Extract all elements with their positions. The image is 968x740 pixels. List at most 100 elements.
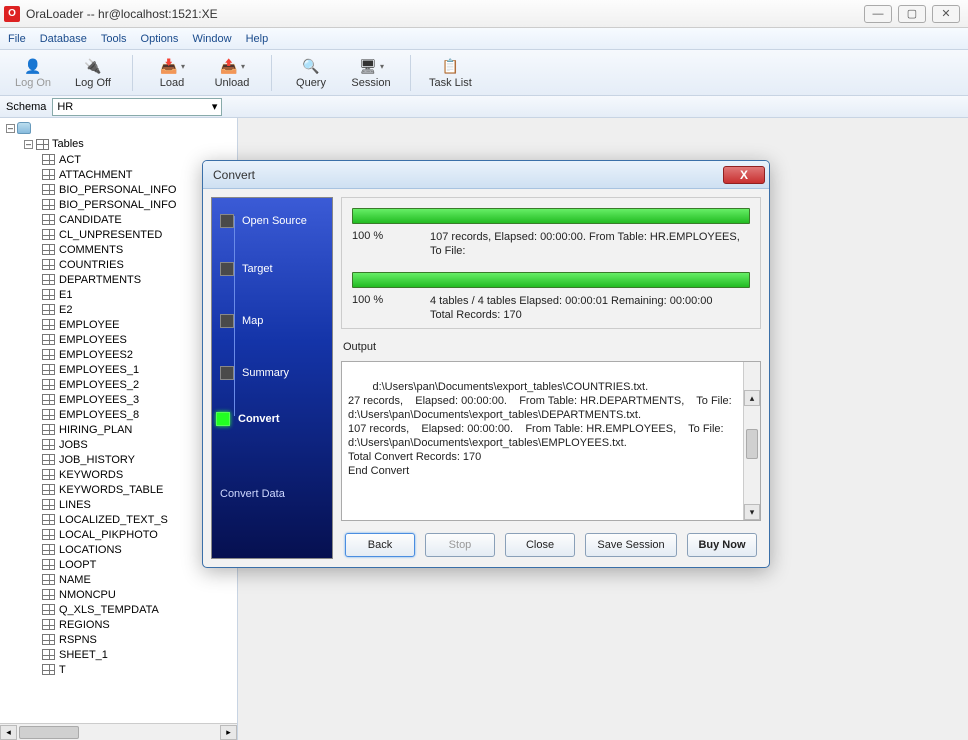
- progress-section: 100 % 107 records, Elapsed: 00:00:00. Fr…: [341, 197, 761, 329]
- table-icon: [42, 664, 55, 675]
- table-icon: [42, 289, 55, 300]
- progress-2-percent: 100 %: [352, 294, 412, 322]
- tasklist-button[interactable]: 📋 Task List: [425, 54, 476, 91]
- table-item-label: CL_UNPRESENTED: [59, 229, 162, 241]
- menu-database[interactable]: Database: [40, 33, 87, 45]
- dialog-title: Convert: [213, 168, 255, 182]
- buy-now-button[interactable]: Buy Now: [687, 533, 757, 557]
- table-item-label: E2: [59, 304, 72, 316]
- maximize-button[interactable]: ▢: [898, 5, 926, 23]
- table-item-label: HIRING_PLAN: [59, 424, 132, 436]
- menu-help[interactable]: Help: [246, 33, 269, 45]
- minimize-button[interactable]: —: [864, 5, 892, 23]
- table-item-label: LOCALIZED_TEXT_S: [59, 514, 168, 526]
- table-icon: [42, 514, 55, 525]
- collapse-icon[interactable]: –: [24, 140, 33, 149]
- table-item-label: RSPNS: [59, 634, 97, 646]
- session-button[interactable]: 🖥▾ Session: [346, 54, 396, 91]
- dialog-close-button[interactable]: X: [723, 166, 765, 184]
- table-item-label: NAME: [59, 574, 91, 586]
- menu-tools[interactable]: Tools: [101, 33, 127, 45]
- tasklist-icon: 📋: [440, 56, 460, 76]
- table-icon: [42, 619, 55, 630]
- tables-icon: [36, 139, 49, 150]
- menu-file[interactable]: File: [8, 33, 26, 45]
- step-marker-icon: [220, 262, 234, 276]
- step-marker-active-icon: [216, 412, 230, 426]
- table-item-label: LINES: [59, 499, 91, 511]
- table-item-label: KEYWORDS: [59, 469, 123, 481]
- back-button[interactable]: Back: [345, 533, 415, 557]
- scroll-down-icon[interactable]: ▾: [744, 504, 760, 520]
- wizard-step-target[interactable]: Target: [220, 262, 273, 276]
- table-item-label: T: [59, 664, 66, 676]
- wizard-footer-label: Convert Data: [220, 488, 285, 500]
- output-scrollbar[interactable]: ▴ ▾: [743, 362, 760, 520]
- close-button[interactable]: Close: [505, 533, 575, 557]
- progress-bar-2: [352, 272, 750, 288]
- scroll-left-icon[interactable]: ◂: [0, 725, 17, 740]
- table-icon: [42, 409, 55, 420]
- table-icon: [42, 229, 55, 240]
- table-item[interactable]: Q_XLS_TEMPDATA: [42, 602, 235, 617]
- menu-window[interactable]: Window: [192, 33, 231, 45]
- table-icon: [42, 604, 55, 615]
- load-button[interactable]: 📥▾ Load: [147, 54, 197, 91]
- scroll-thumb[interactable]: [19, 726, 79, 739]
- logoff-button[interactable]: 🔌 Log Off: [68, 54, 118, 91]
- table-icon: [42, 319, 55, 330]
- output-box[interactable]: d:\Users\pan\Documents\export_tables\COU…: [341, 361, 761, 521]
- table-item[interactable]: NMONCPU: [42, 587, 235, 602]
- table-item-label: REGIONS: [59, 619, 110, 631]
- tables-node[interactable]: – Tables: [24, 138, 235, 150]
- table-icon: [42, 199, 55, 210]
- step-marker-icon: [220, 214, 234, 228]
- chevron-down-icon[interactable]: ▾: [380, 62, 384, 71]
- horizontal-scrollbar[interactable]: ◂ ▸: [0, 723, 237, 740]
- close-window-button[interactable]: ✕: [932, 5, 960, 23]
- logoff-icon: 🔌: [83, 56, 103, 76]
- query-button[interactable]: 🔍 Query: [286, 54, 336, 91]
- scroll-thumb[interactable]: [746, 429, 758, 459]
- collapse-icon[interactable]: –: [6, 124, 15, 133]
- table-item[interactable]: T: [42, 662, 235, 677]
- scroll-right-icon[interactable]: ▸: [220, 725, 237, 740]
- table-item-label: CANDIDATE: [59, 214, 122, 226]
- progress-1-detail: 107 records, Elapsed: 00:00:00. From Tab…: [430, 230, 750, 258]
- table-icon: [42, 469, 55, 480]
- wizard-step-open-source[interactable]: Open Source: [220, 214, 307, 228]
- table-icon: [42, 274, 55, 285]
- table-icon: [42, 169, 55, 180]
- table-item[interactable]: RSPNS: [42, 632, 235, 647]
- table-icon: [42, 259, 55, 270]
- chevron-down-icon[interactable]: ▾: [181, 62, 185, 71]
- unload-button[interactable]: 📤▾ Unload: [207, 54, 257, 91]
- window-controls: — ▢ ✕: [864, 5, 960, 23]
- tree-root[interactable]: –: [6, 122, 235, 134]
- dialog-buttons: Back Stop Close Save Session Buy Now: [341, 527, 761, 559]
- save-session-button[interactable]: Save Session: [585, 533, 677, 557]
- menu-options[interactable]: Options: [141, 33, 179, 45]
- scroll-track[interactable]: [17, 725, 220, 740]
- wizard-step-summary[interactable]: Summary: [220, 366, 289, 380]
- wizard-step-convert[interactable]: Convert: [216, 412, 280, 426]
- wizard-nav: Open Source Target Map Summary Convert C…: [211, 197, 333, 559]
- wizard-step-map[interactable]: Map: [220, 314, 263, 328]
- table-item[interactable]: NAME: [42, 572, 235, 587]
- table-icon: [42, 454, 55, 465]
- toolbar-separator: [132, 55, 133, 91]
- table-item[interactable]: SHEET_1: [42, 647, 235, 662]
- table-icon: [42, 439, 55, 450]
- stop-button: Stop: [425, 533, 495, 557]
- table-icon: [42, 529, 55, 540]
- table-item-label: COUNTRIES: [59, 259, 124, 271]
- table-icon: [42, 589, 55, 600]
- schema-select[interactable]: HR ▾: [52, 98, 222, 116]
- chevron-down-icon[interactable]: ▾: [241, 62, 245, 71]
- logon-button: 👤 Log On: [8, 54, 58, 91]
- table-icon: [42, 499, 55, 510]
- table-icon: [42, 394, 55, 405]
- table-item[interactable]: REGIONS: [42, 617, 235, 632]
- progress-bar-1: [352, 208, 750, 224]
- table-item-label: EMPLOYEES2: [59, 349, 133, 361]
